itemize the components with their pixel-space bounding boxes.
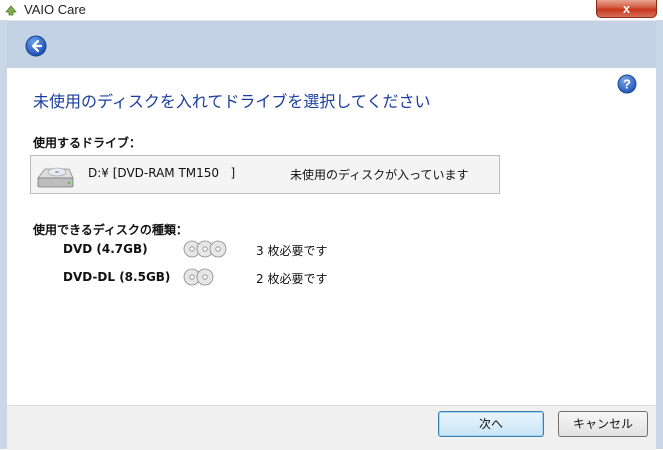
disc-type-section-label: 使用できるディスクの種類： <box>33 223 188 237</box>
cancel-button[interactable]: キャンセル <box>558 411 648 437</box>
window-title: VAIO Care <box>24 2 86 17</box>
disc-icon <box>183 240 227 258</box>
drive-section-label: 使用するドライブ： <box>33 136 142 150</box>
window-frame-left <box>0 20 7 449</box>
drive-name: D:¥ [DVD-RAM TM150 ] <box>88 166 236 180</box>
navigation-bar <box>7 21 656 69</box>
optical-drive-icon <box>37 167 74 188</box>
disc-count: 2 枚必要です <box>256 272 328 286</box>
drive-status: 未使用のディスクが入っています <box>290 168 469 182</box>
window-frame-right <box>656 20 663 449</box>
svg-text:?: ? <box>623 77 631 92</box>
next-button[interactable]: 次へ <box>438 411 544 437</box>
disc-icon <box>183 268 214 286</box>
disc-type-name: DVD-DL (8.5GB) <box>63 270 171 284</box>
disc-type-name: DVD (4.7GB) <box>63 242 148 256</box>
app-icon <box>5 5 17 16</box>
back-arrow-icon[interactable] <box>25 35 47 57</box>
help-icon[interactable]: ? <box>617 74 637 94</box>
page-title: 未使用のディスクを入れてドライブを選択してください <box>33 92 431 111</box>
close-button[interactable]: x <box>596 0 657 18</box>
disc-count: 3 枚必要です <box>256 244 328 258</box>
title-bar: VAIO Care x <box>0 0 663 21</box>
close-icon: x <box>622 1 631 16</box>
